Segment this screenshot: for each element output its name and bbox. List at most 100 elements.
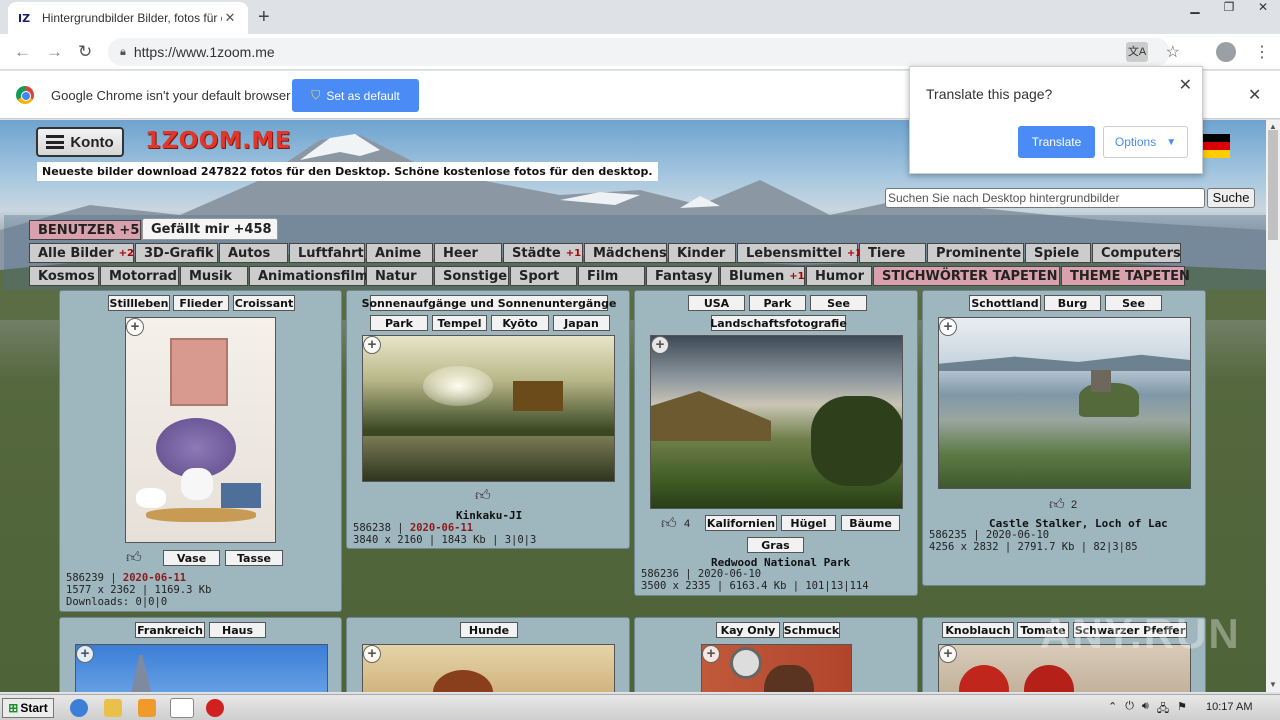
wallpaper-thumbnail[interactable] <box>650 335 903 509</box>
category-humor[interactable]: Humor <box>806 266 872 286</box>
wallpaper-thumbnail[interactable] <box>701 644 852 692</box>
tag[interactable]: Frankreich <box>135 622 205 638</box>
tray-expand-icon[interactable]: ⌃ <box>1108 700 1117 719</box>
category-mädchens[interactable]: Mädchens <box>584 243 667 263</box>
chrome-taskbar-icon[interactable] <box>170 698 194 718</box>
tag[interactable]: Burg <box>1044 295 1101 311</box>
add-favorite-icon[interactable]: + <box>651 336 669 354</box>
category-tiere[interactable]: Tiere <box>859 243 926 263</box>
translate-button[interactable]: Translate <box>1018 126 1095 158</box>
scrollbar-thumb[interactable] <box>1268 130 1278 240</box>
category-heer[interactable]: Heer <box>434 243 502 263</box>
new-tab-icon[interactable]: + <box>258 6 270 29</box>
tag[interactable]: Schmuck <box>783 622 840 638</box>
wallpaper-thumbnail[interactable] <box>125 317 276 543</box>
tag[interactable]: Tasse <box>225 550 283 566</box>
tag[interactable]: Landschaftsfotografie <box>710 315 847 331</box>
translate-popup-close-icon[interactable]: ✕ <box>1179 75 1192 95</box>
category-computers[interactable]: Computers <box>1092 243 1181 263</box>
category-theme-tapeten[interactable]: THEME TAPETEN <box>1061 266 1190 286</box>
category-fantasy[interactable]: Fantasy <box>646 266 719 286</box>
omnibox[interactable]: 🔒︎ https://www.1zoom.me 文A ☆ <box>108 38 1180 66</box>
category-anime[interactable]: Anime <box>366 243 433 263</box>
category-sonstige[interactable]: Sonstige <box>434 266 509 286</box>
wallpaper-thumbnail[interactable] <box>362 644 615 692</box>
category-animationsfilm[interactable]: Animationsfilm <box>249 266 368 286</box>
tag[interactable]: USA <box>688 295 745 311</box>
search-button[interactable]: Suche <box>1207 188 1255 208</box>
tag[interactable]: Park <box>749 295 806 311</box>
thumbs-up-icon[interactable]: 👍︎ <box>475 487 491 505</box>
category-musik[interactable]: Musik <box>180 266 248 286</box>
tag[interactable]: Vase <box>163 550 220 566</box>
tag[interactable]: Gras <box>747 537 804 553</box>
site-logo[interactable]: 1ZOOM.ME <box>145 128 291 154</box>
image-title[interactable]: Kinkaku-JI <box>456 509 522 522</box>
close-window-icon[interactable]: ✕ <box>1246 0 1280 20</box>
add-favorite-icon[interactable]: + <box>939 318 957 336</box>
thumbs-up-icon[interactable]: 👍︎ <box>126 549 142 567</box>
url-text[interactable]: https://www.1zoom.me <box>134 44 275 60</box>
browser-tab[interactable]: IZ Hintergrundbilder Bilder, fotos für d… <box>8 2 248 34</box>
power-icon[interactable]: ⏻ <box>1125 700 1134 719</box>
category-blumen[interactable]: Blumen +1 <box>720 266 805 286</box>
wallpaper-thumbnail[interactable] <box>938 317 1191 489</box>
german-flag-icon[interactable] <box>1203 134 1230 158</box>
category-3d-grafik[interactable]: 3D-Grafik <box>135 243 218 263</box>
tag[interactable]: Croissant <box>233 295 295 311</box>
category-spiele[interactable]: Spiele <box>1025 243 1091 263</box>
browser-menu-icon[interactable]: ⋮ <box>1254 42 1270 62</box>
gefaellt-tab[interactable]: Gefällt mir +458 <box>142 218 278 240</box>
tag[interactable]: Park <box>370 315 428 331</box>
close-tab-icon[interactable]: ✕ <box>222 10 238 26</box>
opera-icon[interactable] <box>206 699 224 717</box>
page-scrollbar[interactable]: ▲ ▼ <box>1266 120 1280 692</box>
profile-avatar-icon[interactable] <box>1216 42 1236 62</box>
reload-icon[interactable]: ↻ <box>78 42 92 62</box>
tag[interactable]: Kyōto <box>491 315 549 331</box>
media-player-icon[interactable] <box>138 699 156 717</box>
back-icon[interactable]: ← <box>14 42 31 62</box>
category-alle-bilder[interactable]: Alle Bilder +2 <box>29 243 134 263</box>
tag[interactable]: Japan <box>553 315 610 331</box>
konto-button[interactable]: Konto <box>36 127 124 157</box>
category-kinder[interactable]: Kinder <box>668 243 736 263</box>
tag[interactable]: Flieder <box>173 295 229 311</box>
tag[interactable]: Hunde <box>460 622 518 638</box>
wallpaper-thumbnail[interactable] <box>75 644 328 692</box>
add-favorite-icon[interactable]: + <box>363 645 381 663</box>
volume-icon[interactable]: 🔊︎ <box>1142 700 1149 719</box>
category-natur[interactable]: Natur <box>366 266 433 286</box>
bookmark-star-icon[interactable]: ☆ <box>1166 42 1180 62</box>
scroll-down-icon[interactable]: ▼ <box>1269 680 1277 689</box>
tag[interactable]: Bäume <box>841 515 900 531</box>
category-prominente[interactable]: Prominente <box>927 243 1024 263</box>
add-favorite-icon[interactable]: + <box>76 645 94 663</box>
network-icon[interactable]: 🖧 <box>1157 700 1169 719</box>
options-button[interactable]: Options ▼ <box>1103 126 1188 158</box>
infobar-close-icon[interactable]: ✕ <box>1248 85 1261 105</box>
category-lebensmittel[interactable]: Lebensmittel +1 <box>737 243 862 263</box>
tag[interactable]: Stillleben <box>108 295 170 311</box>
ie-icon[interactable] <box>70 699 88 717</box>
explorer-folder-icon[interactable] <box>104 699 122 717</box>
category-kosmos[interactable]: Kosmos <box>29 266 99 286</box>
category-autos[interactable]: Autos <box>219 243 288 263</box>
category-luftfahrt[interactable]: Luftfahrt <box>289 243 365 263</box>
start-button[interactable]: ⊞ Start <box>2 698 54 718</box>
translate-icon[interactable]: 文A <box>1126 42 1148 62</box>
benutzer-tab[interactable]: BENUTZER +5 <box>29 220 141 240</box>
tag[interactable]: Sonnenaufgänge und Sonnenuntergänge <box>362 295 616 311</box>
tag[interactable]: Knoblauch <box>942 622 1014 638</box>
category-stichwörter-tapeten[interactable]: STICHWÖRTER TAPETEN <box>873 266 1060 286</box>
tag[interactable]: See <box>810 295 867 311</box>
add-favorite-icon[interactable]: + <box>939 645 957 663</box>
tag[interactable]: Tempel <box>432 315 487 331</box>
tag[interactable]: Schottland <box>969 295 1041 311</box>
category-sport[interactable]: Sport <box>510 266 577 286</box>
flag-icon[interactable]: ⚑ <box>1177 700 1187 719</box>
thumbs-up-icon[interactable]: 👍︎ <box>661 515 677 533</box>
category-motorrad[interactable]: Motorrad <box>100 266 179 286</box>
add-favorite-icon[interactable]: + <box>363 336 381 354</box>
add-favorite-icon[interactable]: + <box>702 645 720 663</box>
